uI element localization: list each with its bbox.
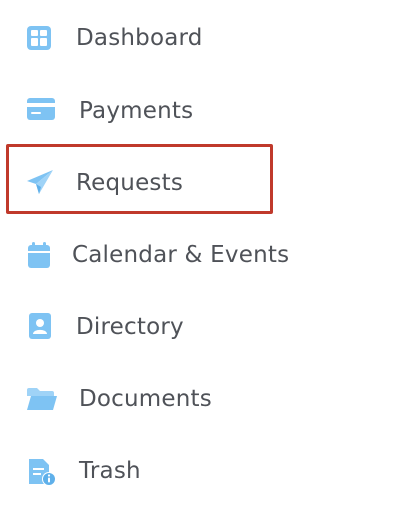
sidebar-item-label: Trash xyxy=(79,458,141,484)
sidebar-item-label: Documents xyxy=(79,386,212,412)
calendar-icon xyxy=(27,241,51,269)
document-info-icon xyxy=(27,457,57,487)
credit-card-icon xyxy=(26,96,56,122)
sidebar-item-trash[interactable]: Trash xyxy=(0,444,418,500)
sidebar-item-label: Directory xyxy=(76,314,184,340)
sidebar-item-label: Dashboard xyxy=(76,25,203,51)
dashboard-icon xyxy=(25,24,53,52)
sidebar-item-requests[interactable]: Requests xyxy=(0,156,418,212)
sidebar-item-dashboard[interactable]: Dashboard xyxy=(0,12,418,68)
sidebar-nav: Dashboard Payments Requests Calendar & E… xyxy=(0,0,418,515)
sidebar-item-payments[interactable]: Payments xyxy=(0,84,418,140)
sidebar-item-documents[interactable]: Documents xyxy=(0,372,418,428)
sidebar-item-calendar-events[interactable]: Calendar & Events xyxy=(0,228,418,284)
folder-icon xyxy=(26,386,58,412)
sidebar-item-label: Calendar & Events xyxy=(72,242,290,268)
sidebar-item-label: Requests xyxy=(76,170,184,196)
sidebar-item-label: Payments xyxy=(79,98,194,124)
sidebar-item-directory[interactable]: Directory xyxy=(0,300,418,356)
contact-book-icon xyxy=(28,312,52,340)
paper-plane-icon xyxy=(26,169,54,195)
